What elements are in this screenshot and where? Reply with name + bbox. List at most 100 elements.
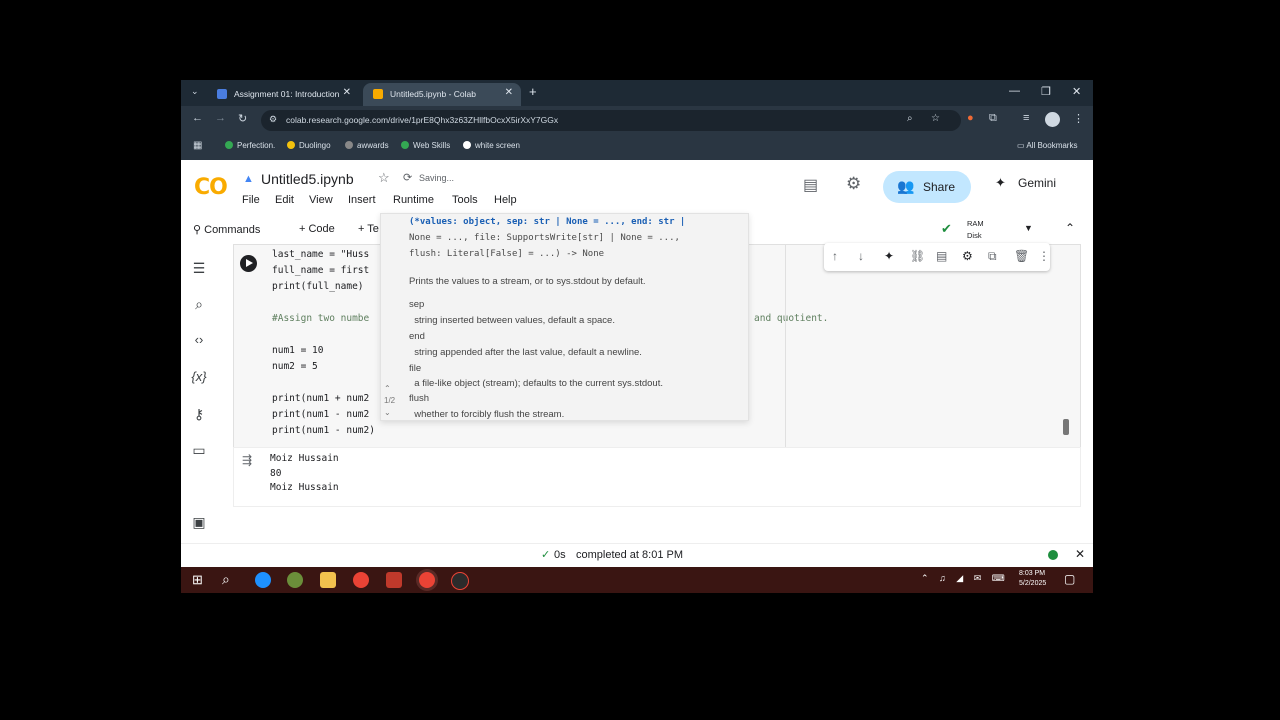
zoom-icon[interactable]: ⌕ [907,113,913,124]
comment-icon[interactable]: ▤ [936,249,947,263]
chrome-icon[interactable] [353,572,369,588]
more-options-icon[interactable]: ⋮ [1038,249,1050,263]
notebook-title[interactable]: Untitled5.ipynb [261,171,354,187]
close-status-icon[interactable]: ✕ [1075,547,1085,561]
bookmark-item[interactable]: Duolingo [287,141,331,150]
mirror-cell-icon[interactable]: ⧉ [988,249,997,264]
extension-icon[interactable]: ● [967,112,974,124]
code-line[interactable]: print(num1 - num2 [272,409,369,420]
terminal-icon[interactable]: ▣ [189,514,209,531]
system-tray-icons[interactable]: ⌃ ♫ ◢ ✉ ⌨ [921,573,1009,584]
edge-icon[interactable] [255,572,271,588]
site-info-icon[interactable]: ⚙ [269,114,277,125]
bookmark-item[interactable]: white screen [463,141,520,150]
menu-edit[interactable]: Edit [275,194,294,206]
code-comment-line[interactable]: #Assign two numbe [272,313,369,324]
doc-line: string inserted between values, default … [409,315,615,326]
bookmark-item[interactable]: awwards [345,141,389,150]
menu-tools[interactable]: Tools [452,194,478,206]
notifications-icon[interactable]: ▢ [1064,572,1075,586]
chrome-active-icon[interactable] [419,572,435,588]
link-icon[interactable]: ⛓ [910,249,925,263]
menu-insert[interactable]: Insert [348,194,376,206]
bookmark-star-icon[interactable]: ☆ [931,113,940,124]
star-icon[interactable]: ☆ [378,170,390,186]
output-menu-icon[interactable]: ⇶ [242,453,252,467]
tab-assignment[interactable]: Assignment 01: Introduction to ✕ [207,83,359,106]
code-line[interactable]: full_name = first [272,265,369,276]
settings-app-icon[interactable] [287,572,303,588]
overload-down-icon[interactable]: ⌄ [384,408,391,417]
code-line[interactable]: last_name = "Huss [272,249,369,260]
restore-icon[interactable]: ❐ [1041,85,1051,98]
delete-icon[interactable]: 🗑 [1014,249,1029,263]
gemini-label[interactable]: Gemini [1018,176,1056,190]
commands-button[interactable]: ⚲ Commands [193,223,260,236]
add-code-button[interactable]: + Code [299,223,335,235]
tab-search-icon[interactable]: ⌄ [191,86,199,97]
comments-icon[interactable]: ▤ [803,175,818,195]
settings-gear-icon[interactable]: ⚙ [846,174,861,194]
table-of-contents-icon[interactable]: ☰ [189,260,209,277]
close-tab-icon[interactable]: ✕ [505,87,513,98]
tab-colab[interactable]: Untitled5.ipynb - Colab ✕ [363,83,521,106]
run-cell-button[interactable] [240,255,257,272]
code-line[interactable]: print(num1 - num2) [272,425,375,436]
code-line[interactable]: print(num1 + num2 [272,393,369,404]
add-text-button[interactable]: + Te [358,223,379,235]
bookmark-item[interactable]: Perfection. [225,141,275,150]
variables-icon[interactable]: {x} [189,369,209,384]
colab-logo[interactable]: CO [194,175,228,200]
code-line[interactable]: num2 = 5 [272,361,318,372]
doc-line: flush [409,393,430,404]
secrets-key-icon[interactable]: ⚷ [189,406,209,423]
collapse-icon[interactable]: ⌃ [1065,221,1075,235]
share-button[interactable]: 👥 Share [883,171,971,203]
cell-toolbar: ↑ ↓ ✦ ⛓ ▤ ⚙ ⧉ 🗑 ⋮ [824,243,1050,271]
forward-icon[interactable]: → [215,112,226,124]
menu-runtime[interactable]: Runtime [393,194,434,206]
address-bar[interactable]: ⚙ colab.research.google.com/drive/1prE8Q… [261,110,961,131]
move-down-icon[interactable]: ↓ [858,249,864,263]
overload-up-icon[interactable]: ⌃ [384,384,391,393]
minimize-icon[interactable]: — [1009,85,1020,97]
taskbar-search-icon[interactable]: ⌕ [222,571,230,588]
close-tab-icon[interactable]: ✕ [343,87,351,98]
menu-file[interactable]: File [242,194,260,206]
profile-avatar[interactable] [1045,112,1060,127]
app-icon[interactable] [386,572,402,588]
code-line[interactable]: print(full_name) [272,281,364,292]
browser-menu-icon[interactable]: ⋮ [1073,112,1084,125]
bookmark-item[interactable]: Web Skills [401,141,450,150]
gemini-sparkle-icon[interactable]: ✦ [884,249,894,263]
media-icon[interactable]: ≡ [1023,112,1029,124]
code-snippets-icon[interactable]: ‹› [189,332,209,347]
taskbar-date: 5/2/2025 [1019,580,1047,587]
gemini-icon[interactable]: ✦ [995,175,1006,191]
code-line[interactable]: num1 = 10 [272,345,323,356]
apps-grid-icon[interactable]: ▦ [193,140,202,151]
connected-check-icon: ✔ [941,221,952,236]
find-icon[interactable]: ⌕ [189,296,209,313]
cell-settings-icon[interactable]: ⚙ [962,249,973,263]
runtime-dropdown-icon[interactable]: ▼ [1024,223,1033,233]
reload-icon[interactable]: ↻ [238,112,247,125]
bookmark-label: Perfection. [237,141,276,150]
move-up-icon[interactable]: ↑ [832,249,838,263]
extensions-puzzle-icon[interactable]: ⧉ [989,112,997,125]
code-comment-tail[interactable]: and quotient. [754,313,828,324]
file-explorer-icon[interactable] [320,572,336,588]
files-folder-icon[interactable]: ▭ [189,442,209,459]
ram-disk-indicator[interactable]: RAM Disk [967,218,984,242]
windows-start-icon[interactable]: ⊞ [192,572,203,588]
colab-favicon-icon [373,89,383,99]
obs-icon[interactable] [451,572,469,590]
screen: ⌄ Assignment 01: Introduction to ✕ Untit… [181,80,1093,593]
back-icon[interactable]: ← [192,112,203,124]
new-tab-icon[interactable]: + [529,84,537,99]
all-bookmarks[interactable]: ▭ All Bookmarks [1017,141,1077,150]
window-close-icon[interactable]: ✕ [1072,85,1081,98]
scrollbar-thumb[interactable] [1063,419,1069,435]
menu-view[interactable]: View [309,194,333,206]
menu-help[interactable]: Help [494,194,517,206]
